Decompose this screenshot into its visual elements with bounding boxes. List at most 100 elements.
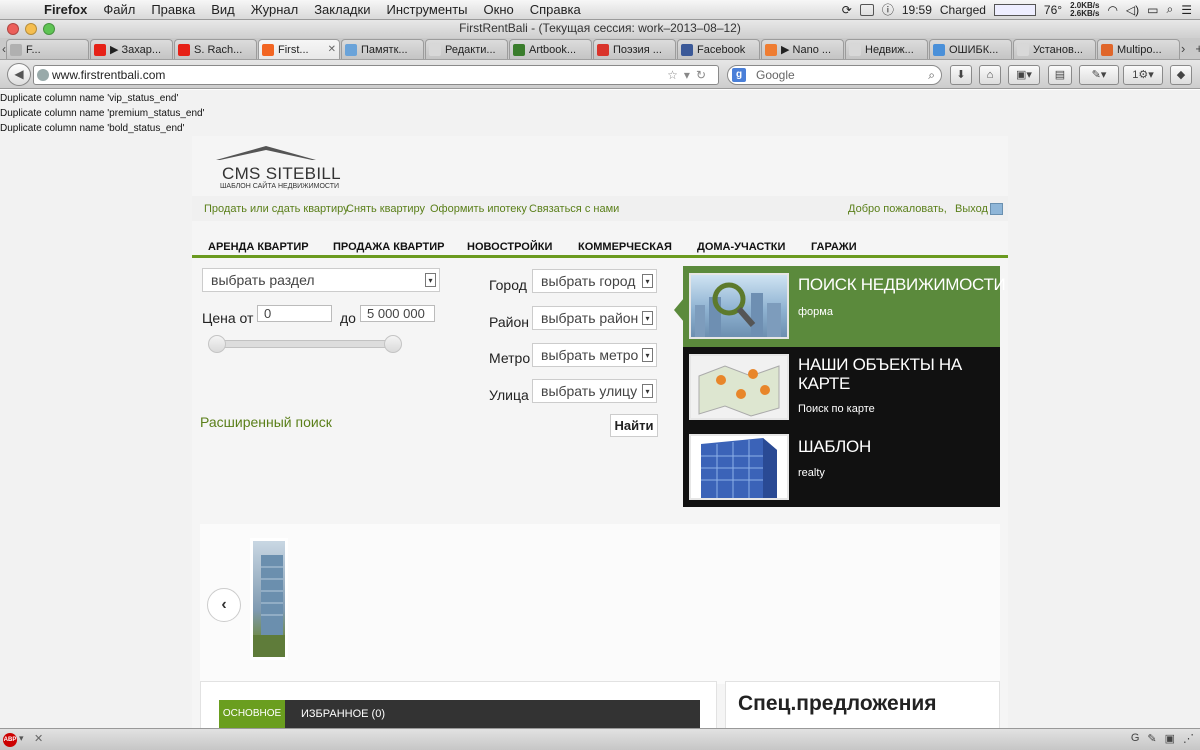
menu-help[interactable]: Справка [522, 2, 589, 17]
flag-icon[interactable]: ▭ [1147, 3, 1158, 17]
promo-title-map[interactable]: НАШИ ОБЪЕКТЫ НА КАРТЕ [798, 355, 993, 393]
slider-min-handle[interactable] [208, 335, 226, 353]
site-identity-icon[interactable] [37, 69, 49, 81]
carousel-image[interactable] [250, 538, 288, 660]
url-text[interactable]: www.firstrentbali.com [52, 68, 165, 82]
minimize-window-icon[interactable] [25, 23, 37, 35]
slider-max-handle[interactable] [384, 335, 402, 353]
promo-subtitle-map[interactable]: Поиск по карте [798, 403, 875, 415]
promo-title-search[interactable]: ПОИСК НЕДВИЖИМОСТИ [798, 275, 1006, 294]
logout-link[interactable]: Выход [955, 203, 988, 215]
menu-file[interactable]: Файл [95, 2, 143, 17]
promo-title-template[interactable]: ШАБЛОН [798, 437, 871, 456]
nav-commercial[interactable]: КОММЕРЧЕСКАЯ [578, 241, 672, 253]
browser-tab[interactable]: Редакти... [425, 39, 508, 59]
browser-tab[interactable]: ▶ Nano ... [761, 39, 844, 59]
browser-tab[interactable]: F... [6, 39, 89, 59]
sync-icon[interactable]: ⟳ [842, 3, 852, 17]
browser-tab[interactable]: Artbook... [509, 39, 592, 59]
browser-tab[interactable]: ОШИБК... [929, 39, 1012, 59]
browser-tab[interactable]: Недвиж... [845, 39, 928, 59]
price-from-input[interactable]: 0 [257, 305, 332, 322]
wifi-icon[interactable]: ◠ [1107, 3, 1117, 17]
nav-new-buildings[interactable]: НОВОСТРОЙКИ [467, 241, 552, 253]
menu-bookmarks[interactable]: Закладки [306, 2, 378, 17]
search-bar[interactable]: g Google ⌕ [727, 65, 942, 85]
promo-subtitle-template[interactable]: realty [798, 467, 825, 479]
promo-subtitle-search[interactable]: форма [798, 306, 833, 318]
menu-app-name[interactable]: Firefox [36, 2, 95, 17]
bookmark-star-icon[interactable]: ☆ [667, 68, 684, 82]
menu-view[interactable]: Вид [203, 2, 243, 17]
link-sell-or-rent[interactable]: Продать или сдать квартиру [204, 203, 349, 215]
browser-tab[interactable]: ▶ Захар... [90, 39, 173, 59]
menu-window[interactable]: Окно [476, 2, 522, 17]
google-translate-icon[interactable]: G [1131, 732, 1140, 745]
adblock-icon[interactable]: ABP [3, 733, 17, 747]
close-addon-bar-icon[interactable]: ✕ [34, 732, 43, 745]
tab-favorites[interactable]: ИЗБРАННОЕ (0) [301, 700, 385, 728]
nav-apartment-sale[interactable]: ПРОДАЖА КВАРТИР [333, 241, 444, 253]
addon-button-2[interactable]: ▤ [1048, 65, 1072, 85]
history-dropdown-icon[interactable]: ▾ [684, 68, 696, 82]
tab-main[interactable]: ОСНОВНОЕ [219, 700, 285, 728]
addon-button-5[interactable]: ◆ [1170, 65, 1192, 85]
link-mortgage[interactable]: Оформить ипотеку [430, 203, 527, 215]
addon-button-4[interactable]: 1⚙▾ [1123, 65, 1163, 85]
promo-item-map[interactable]: НАШИ ОБЪЕКТЫ НА КАРТЕ Поиск по карте [683, 347, 1000, 429]
addon-button-1[interactable]: ▣▾ [1008, 65, 1040, 85]
nav-garages[interactable]: ГАРАЖИ [811, 241, 857, 253]
advanced-search-link[interactable]: Расширенный поиск [200, 414, 332, 430]
logout-icon[interactable] [990, 203, 1003, 215]
notification-icon[interactable]: ☰ [1181, 3, 1192, 17]
promo-item-template[interactable]: ШАБЛОН realty [683, 429, 1000, 507]
tab-scroll-right-icon[interactable]: › [1181, 41, 1185, 57]
addon-button-3[interactable]: ✎▾ [1079, 65, 1119, 85]
city-select[interactable]: выбрать город ▾ [532, 269, 657, 293]
home-button[interactable]: ⌂ [979, 65, 1001, 85]
promo-item-search[interactable]: ПОИСК НЕДВИЖИМОСТИ форма [683, 266, 1006, 347]
new-tab-icon[interactable]: + [1195, 41, 1200, 57]
link-rent-apartment[interactable]: Снять квартиру [346, 203, 425, 215]
search-icon[interactable]: ⌕ [928, 66, 935, 84]
price-to-input[interactable]: 5 000 000 [360, 305, 435, 322]
browser-tab[interactable]: S. Rach... [174, 39, 257, 59]
volume-icon[interactable]: ◁) [1126, 3, 1139, 17]
find-button[interactable]: Найти [610, 414, 658, 437]
browser-tab[interactable]: First... ✕ [258, 39, 340, 59]
browser-tab[interactable]: Facebook [677, 39, 760, 59]
section-select[interactable]: выбрать раздел ▾ [202, 268, 440, 292]
browser-tab[interactable]: Установ... [1013, 39, 1096, 59]
battery-status-text[interactable]: Charged [940, 3, 986, 17]
tab-close-icon[interactable]: ✕ [328, 44, 336, 55]
search-placeholder[interactable]: Google [756, 68, 795, 82]
menu-history[interactable]: Журнал [243, 2, 306, 17]
nav-houses-plots[interactable]: ДОМА-УЧАСТКИ [697, 241, 785, 253]
browser-tab[interactable]: Multipo... [1097, 39, 1180, 59]
adblock-dropdown-icon[interactable]: ▾ [19, 733, 24, 744]
back-button[interactable]: ◀ [7, 63, 31, 86]
clock-text[interactable]: 19:59 [902, 3, 932, 17]
url-bar[interactable]: www.firstrentbali.com ☆▾↻ [33, 65, 719, 85]
nav-apartment-rent[interactable]: АРЕНДА КВАРТИР [208, 241, 309, 253]
downloads-button[interactable]: ⬇ [950, 65, 972, 85]
lock-addon-icon[interactable]: ▣ [1165, 732, 1175, 745]
link-contact[interactable]: Связаться с нами [529, 203, 619, 215]
display-icon[interactable] [859, 3, 874, 16]
edit-addon-icon[interactable]: ✎ [1147, 732, 1156, 745]
info-icon[interactable]: ⓘ [882, 1, 894, 18]
spotlight-icon[interactable]: ⌕ [1167, 2, 1174, 17]
site-logo[interactable]: CMS SITEBILL ШАБЛОН САЙТА НЕДВИЖИМОСТИ [216, 142, 341, 192]
menu-tools[interactable]: Инструменты [378, 2, 475, 17]
search-engine-icon[interactable]: g [732, 68, 746, 82]
street-select[interactable]: выбрать улицу ▾ [532, 379, 657, 403]
price-range-slider[interactable] [212, 340, 395, 348]
battery-icon[interactable] [993, 3, 1036, 16]
carousel-prev-icon[interactable]: ‹ [207, 588, 241, 622]
district-select[interactable]: выбрать район ▾ [532, 306, 657, 330]
zoom-window-icon[interactable] [43, 23, 55, 35]
browser-tab[interactable]: Памятк... [341, 39, 424, 59]
reload-icon[interactable]: ↻ [696, 68, 712, 82]
browser-tab[interactable]: Поэзия ... [593, 39, 676, 59]
menu-edit[interactable]: Правка [143, 2, 203, 17]
